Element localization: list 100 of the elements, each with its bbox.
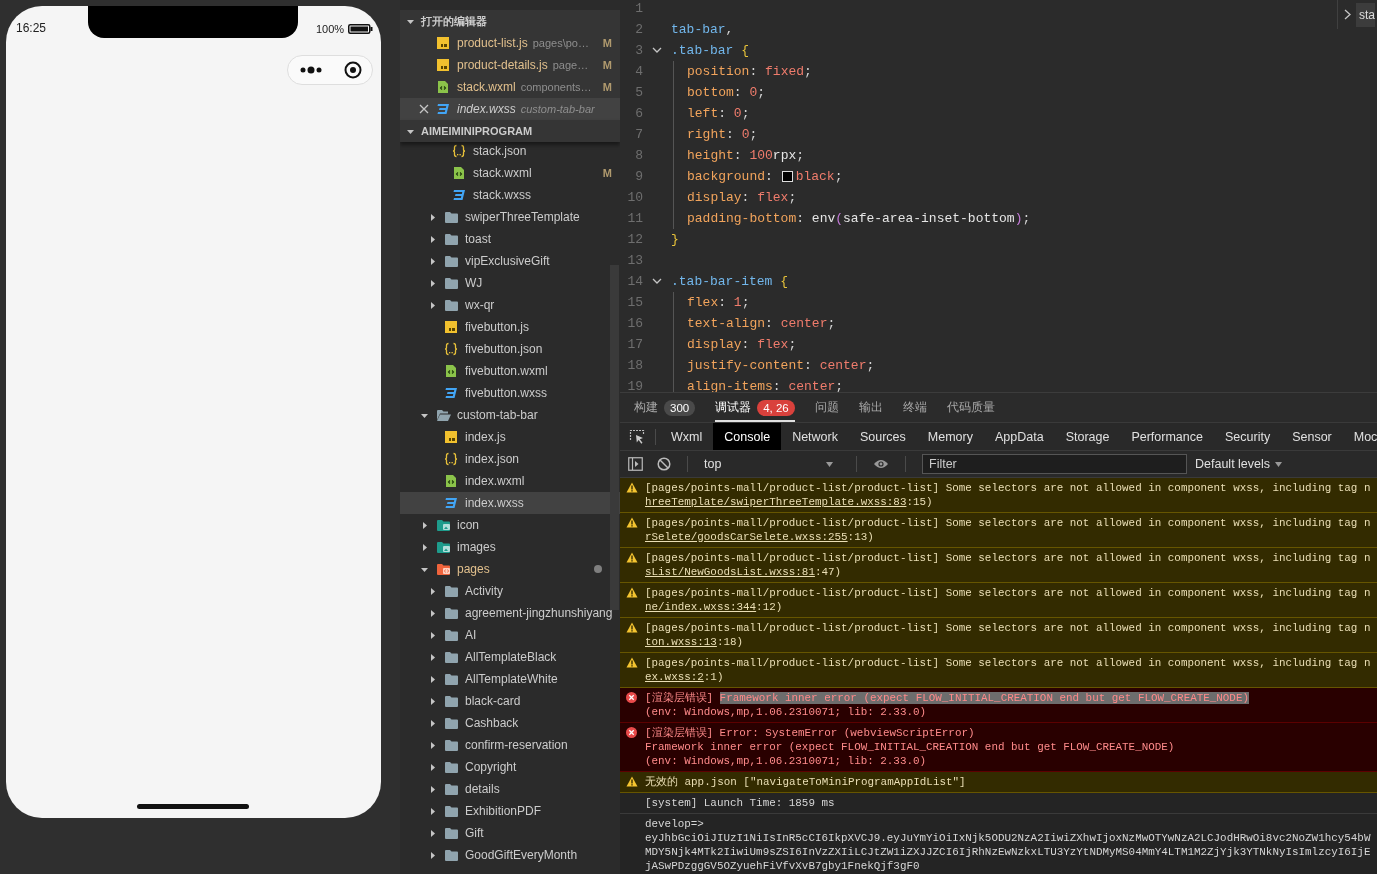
devtools-tab[interactable]: Wxml [660,423,714,450]
code-file-icon [452,166,466,180]
panel-tab[interactable]: 终端 [902,393,927,422]
folder-icon [444,650,459,664]
source-link[interactable]: rSelete/goodsCarSelete.wxss:255 [645,531,848,543]
sidebar-toggle-icon[interactable] [628,457,643,471]
tree-item[interactable]: swiperThreeTemplate [400,206,620,228]
panel-tab[interactable]: 输出 [858,393,883,422]
devtools-tab[interactable]: Memory [916,423,984,450]
fold-chevron-icon[interactable] [652,278,662,285]
warning-icon [626,622,638,633]
context-select[interactable]: top [704,457,840,471]
devtools-tab[interactable]: Console [713,423,782,450]
line-number: 6 [634,106,643,121]
code-text: height: 100rpx; [687,148,805,163]
source-link[interactable]: ex.wxss:2 [645,671,704,683]
panel-tab[interactable]: 问题 [814,393,839,422]
message-text: (env: Windows,mp,1.06.2310071; lib: 2.33.0) [645,705,928,719]
tree-item[interactable]: index.json [400,448,620,470]
open-editor-item[interactable]: product-details.js page… M [400,54,620,76]
tree-item[interactable]: icon [400,514,620,536]
tree-item[interactable]: toast [400,228,620,250]
open-editor-item[interactable]: stack.wxml components… M [400,76,620,98]
tree-item[interactable]: GoodGiftEveryMonth [400,844,620,866]
tree-item[interactable]: fivebutton.json [400,338,620,360]
js-file-icon [436,58,450,72]
levels-dropdown[interactable]: Default levels [1195,457,1284,471]
code-text: left: 0; [687,106,750,121]
tree-item[interactable]: wx-qr [400,294,620,316]
panel-tab[interactable]: 构建 300 [634,393,696,422]
open-editor-item[interactable]: index.wxss custom-tab-bar [400,98,620,120]
tree-item[interactable]: details [400,778,620,800]
tree-item[interactable]: stack.wxml M [400,162,620,184]
devtools-tab[interactable]: AppData [984,423,1055,450]
tree-item[interactable]: stack.wxss [400,184,620,206]
tree-item[interactable]: ExhibitionPDF [400,800,620,822]
eye-icon[interactable] [873,458,889,470]
tree-item[interactable]: WJ [400,272,620,294]
panel-tab[interactable]: 代码质量 [946,393,995,422]
tree-item[interactable]: Gift [400,822,620,844]
tree-item[interactable]: Cashback [400,712,620,734]
tree-item[interactable]: AllTemplateBlack [400,646,620,668]
tree-item[interactable]: index.wxss [400,492,620,514]
source-link[interactable]: ne/index.wxss:344 [645,601,757,613]
source-link[interactable]: ton.wxss:13 [645,636,717,648]
message-text: ton.wxss:13:18) [645,635,745,649]
capsule-menu[interactable] [287,55,373,85]
message-text: [pages/points-mall/product-list/product-list] Some selectors are not allowed in component wxss, including tag n [645,586,1371,600]
devtools-tab[interactable]: Sources [848,423,917,450]
source-link[interactable]: sList/NewGoodsList.wxss:81 [645,566,815,578]
source-link[interactable]: hreeTemplate/swiperThreeTemplate.wxss:83 [645,496,907,508]
message-text: [pages/points-mall/product-list/product-list] Some selectors are not allowed in component wxss, including tag n [645,656,1371,670]
css-icon [444,496,458,510]
tree-item[interactable]: AllTemplateWhite [400,668,620,690]
tree-item[interactable]: fivebutton.wxss [400,382,620,404]
folder-icon [444,760,459,774]
inspect-icon[interactable] [629,428,645,445]
warning-icon [626,482,638,493]
line-number: 9 [634,169,643,184]
open-editor-item[interactable]: product-list.js pages\po… M [400,32,620,54]
tree-item[interactable]: fivebutton.js [400,316,620,338]
code-file-icon [436,80,450,94]
tree-item[interactable]: custom-tab-bar [400,404,620,426]
tree-item[interactable]: black-card [400,690,620,712]
tree-item[interactable]: agreement-jingzhunshiyang [400,602,620,624]
line-number: 7 [634,127,643,142]
tree-item[interactable]: fivebutton.wxml [400,360,620,382]
tree-item[interactable]: AI [400,624,620,646]
code-text: flex: 1; [687,295,750,310]
devtools-tab[interactable]: Performance [1120,423,1214,450]
devtools-tab[interactable]: Network [781,423,849,450]
breadcrumb-tab[interactable]: sta [1337,0,1377,29]
tree-item[interactable]: confirm-reservation [400,734,620,756]
section-header[interactable]: AIMEIMINIPROGRAM [400,120,620,142]
devtools-tab[interactable]: Sensor [1281,423,1343,450]
devtools-tab[interactable]: Moc [1342,423,1377,450]
git-status: M [601,81,612,93]
message-text: [pages/points-mall/product-list/product-list] Some selectors are not allowed in component wxss, including tag n [645,551,1371,565]
error-icon [626,727,637,738]
tree-item[interactable]: Copyright [400,756,620,778]
tree-item[interactable]: Activity [400,580,620,602]
devtools-tab[interactable]: Storage [1054,423,1121,450]
scrollbar-thumb[interactable] [610,265,619,610]
tree-item[interactable]: stack.json [400,140,620,162]
tree-item[interactable]: index.js [400,426,620,448]
section-header[interactable]: 打开的编辑器 [400,10,620,32]
fold-chevron-icon[interactable] [652,47,662,54]
panel-tab[interactable]: 调试器 4, 26 [715,393,795,422]
battery-icon [348,24,373,34]
tree-item[interactable]: images [400,536,620,558]
tree-item[interactable]: pages [400,558,620,580]
message-text: [渲染层错误] Framework inner error (expect FLOW_INITIAL_CREATION end but get FLOW_CREATE_NODE) [645,691,1249,705]
folder-icon [444,232,459,246]
clear-icon[interactable] [657,457,671,471]
devtools-tab[interactable]: Security [1214,423,1282,450]
git-status: M [601,167,612,179]
folder-icon [444,254,459,268]
tree-item[interactable]: index.wxml [400,470,620,492]
filter-field[interactable]: Filter [922,454,1187,474]
tree-item[interactable]: vipExclusiveGift [400,250,620,272]
